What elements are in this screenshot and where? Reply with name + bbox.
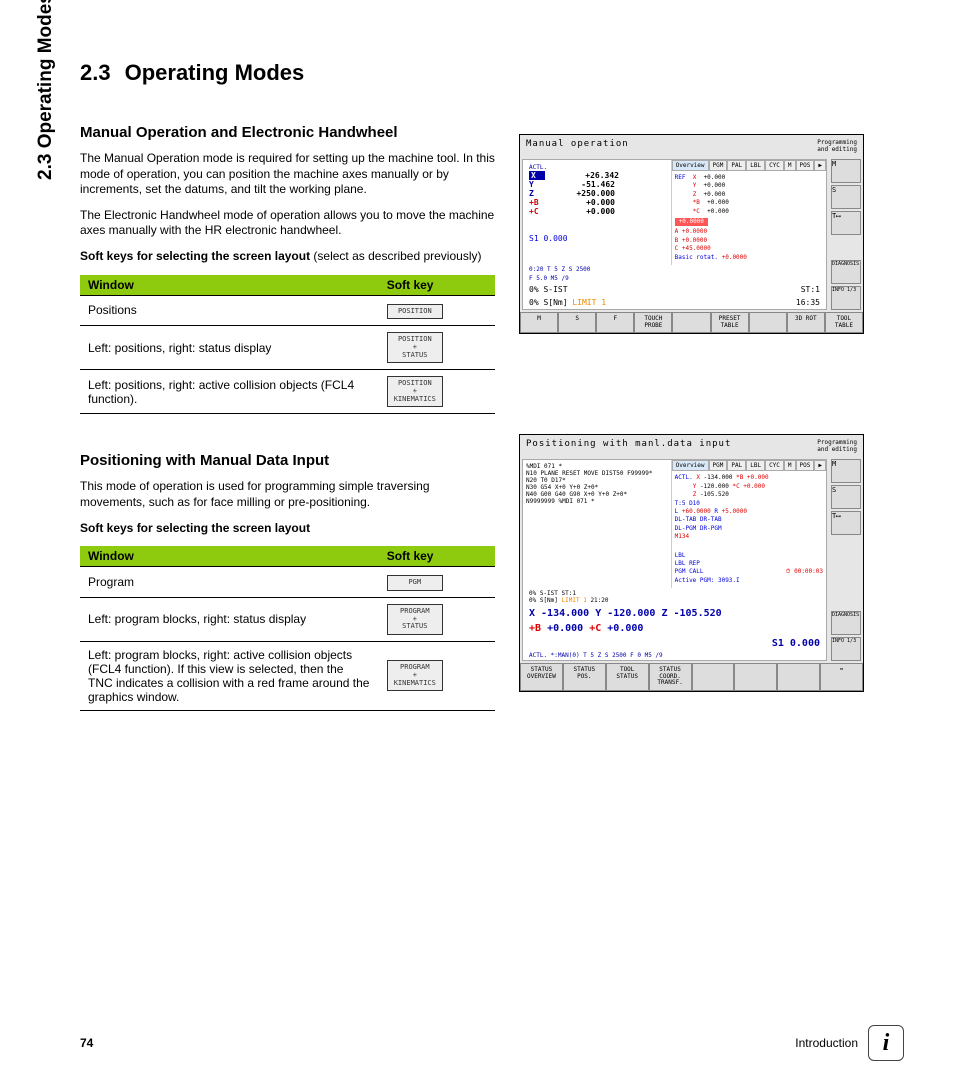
table-cell: Left: program blocks, right: status disp…	[80, 597, 379, 641]
th-window: Window	[80, 546, 379, 567]
side-btn[interactable]: T⟷	[831, 211, 861, 235]
subheading-mdi: Positioning with Manual Data Input	[80, 452, 495, 469]
softkey-status-coord[interactable]: STATUS COORD. TRANSF.	[649, 663, 692, 691]
softkey-s[interactable]: S	[558, 312, 596, 333]
softkey-preset-table[interactable]: PRESET TABLE	[711, 312, 749, 333]
para: The Manual Operation mode is required fo…	[80, 151, 495, 198]
table-caption: Soft keys for selecting the screen layou…	[80, 249, 495, 265]
screenshot-manual-operation: Manual operationProgramming and editing …	[519, 134, 864, 334]
info-icon: i	[868, 1025, 904, 1061]
side-btn-info[interactable]: INFO 1/3	[831, 286, 861, 310]
softkey-3drot[interactable]: 3D ROT	[787, 312, 825, 333]
softkey-blank[interactable]	[777, 663, 820, 691]
th-softkey: Soft key	[379, 275, 495, 296]
th-window: Window	[80, 275, 379, 296]
screenshot-mdi: Positioning with manl.data inputProgramm…	[519, 434, 864, 691]
para: The Electronic Handwheel mode of operati…	[80, 208, 495, 239]
page-number: 74	[80, 1036, 93, 1050]
softkey-f[interactable]: F	[596, 312, 634, 333]
side-btn[interactable]: S	[831, 185, 861, 209]
para: This mode of operation is used for progr…	[80, 479, 495, 510]
softkey-touch-probe[interactable]: TOUCH PROBE	[634, 312, 672, 333]
table-cell: Program	[80, 567, 379, 598]
side-btn-info[interactable]: INFO 1/3	[831, 637, 861, 661]
softkey-status-overview[interactable]: STATUS OVERVIEW	[520, 663, 563, 691]
softkey-next[interactable]: ➡	[820, 663, 863, 691]
table-caption: Soft keys for selecting the screen layou…	[80, 521, 495, 537]
sidebar-section-label: 2.3 Operating Modes	[35, 0, 57, 180]
chapter-name: Introduction	[795, 1036, 858, 1050]
softkey-m[interactable]: M	[520, 312, 558, 333]
side-btn[interactable]: T⟷	[831, 511, 861, 535]
softkey-status-pos[interactable]: STATUS POS.	[563, 663, 606, 691]
softkey-blank[interactable]	[692, 663, 735, 691]
subheading-manual: Manual Operation and Electronic Handwhee…	[80, 124, 495, 141]
side-btn[interactable]: M	[831, 459, 861, 483]
softkey-position: POSITION	[387, 304, 443, 320]
page-heading: 2.3 Operating Modes	[80, 60, 904, 86]
softkey-tool-status[interactable]: TOOL STATUS	[606, 663, 649, 691]
softkey-blank[interactable]	[734, 663, 777, 691]
softkey-tool-table[interactable]: TOOL TABLE	[825, 312, 863, 333]
side-btn[interactable]: S	[831, 485, 861, 509]
th-softkey: Soft key	[379, 546, 495, 567]
softkey-program-kinematics: PROGRAM + KINEMATICS	[387, 660, 443, 691]
softkey-position-kinematics: POSITION + KINEMATICS	[387, 376, 443, 407]
softkey-program-status: PROGRAM + STATUS	[387, 604, 443, 635]
softkey-table-1: WindowSoft key Positions POSITION Left: p…	[80, 275, 495, 415]
table-cell: Positions	[80, 295, 379, 326]
softkey-position-status: POSITION + STATUS	[387, 332, 443, 363]
softkey-table-2: WindowSoft key Program PGM Left: program …	[80, 546, 495, 711]
softkey-pgm: PGM	[387, 575, 443, 591]
softkey-blank[interactable]	[749, 312, 787, 333]
table-cell: Left: positions, right: status display	[80, 326, 379, 370]
side-btn[interactable]: M	[831, 159, 861, 183]
side-btn-diagnosis[interactable]: DIAGNOSIS	[831, 260, 861, 284]
heading-number: 2.3	[80, 60, 111, 85]
table-cell: Left: positions, right: active collision…	[80, 370, 379, 414]
softkey-blank[interactable]	[672, 312, 710, 333]
heading-title: Operating Modes	[125, 60, 305, 85]
table-cell: Left: program blocks, right: active coll…	[80, 641, 379, 710]
side-btn-diagnosis[interactable]: DIAGNOSIS	[831, 611, 861, 635]
